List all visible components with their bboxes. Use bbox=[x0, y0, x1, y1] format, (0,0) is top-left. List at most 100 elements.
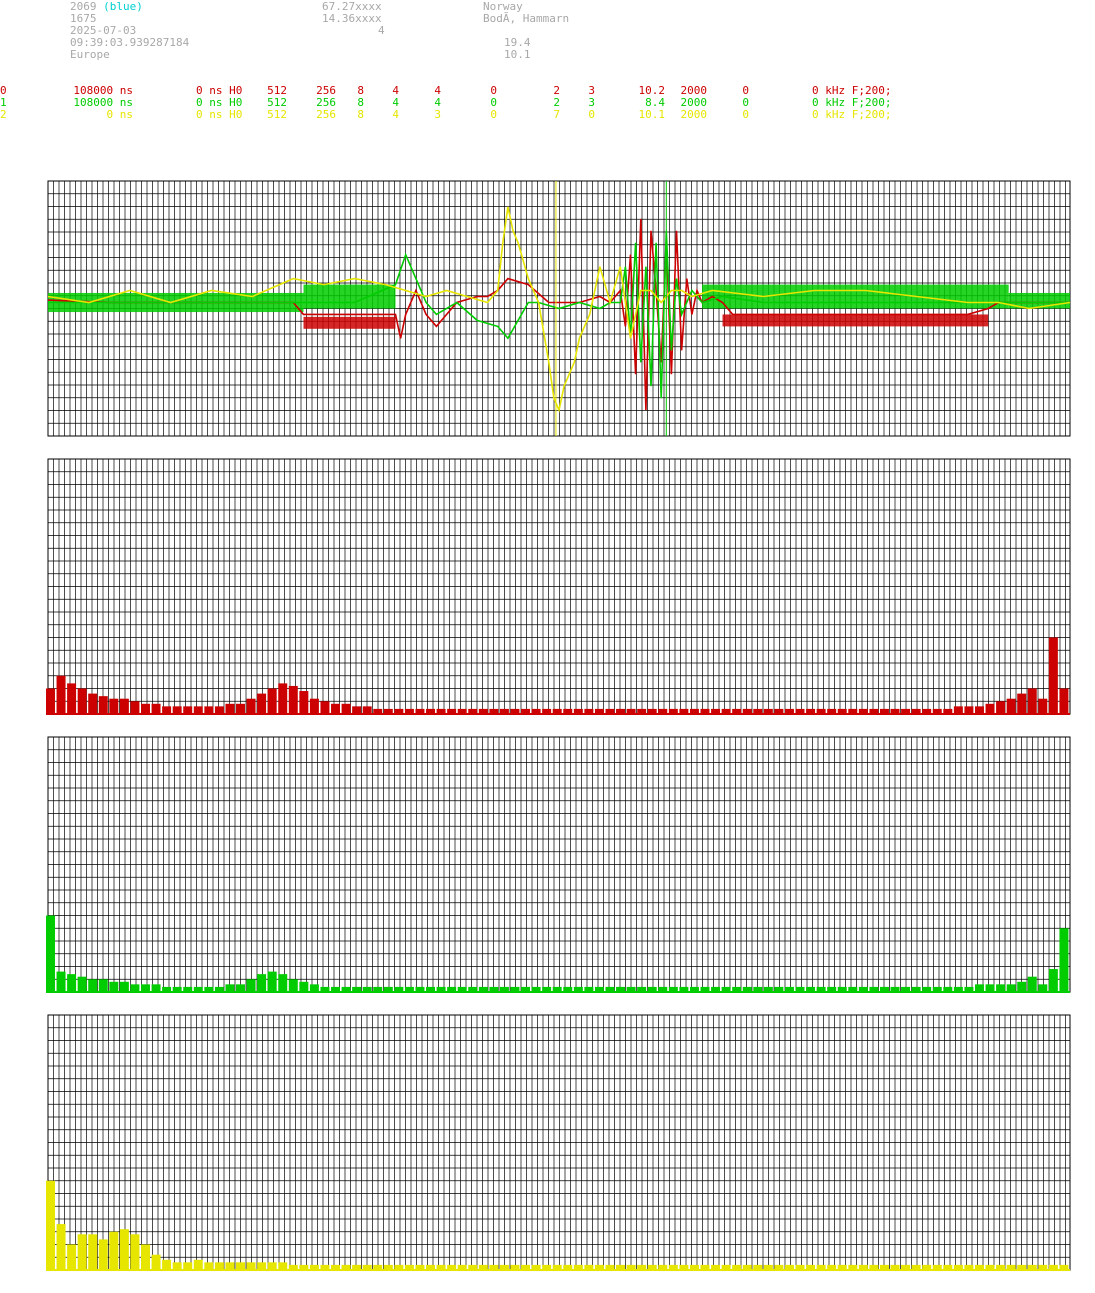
spectrum-bar bbox=[1017, 693, 1027, 714]
spectrum-bar bbox=[141, 1244, 150, 1270]
spectrum-bar bbox=[1059, 688, 1069, 714]
spectrum-panel-yellow bbox=[46, 1014, 1071, 1271]
spectrum-bar bbox=[996, 984, 1006, 992]
noise-band-1 bbox=[303, 284, 396, 309]
spectrum-bar bbox=[1038, 698, 1048, 714]
spectrum-bar bbox=[67, 1244, 77, 1270]
spectrum-bar bbox=[1006, 698, 1016, 714]
spectrum-bar bbox=[267, 971, 277, 992]
spectrum-bar bbox=[964, 706, 974, 714]
spectrum-bar bbox=[257, 1262, 267, 1270]
spectrum-bar bbox=[985, 703, 995, 714]
spectrum-bar bbox=[130, 984, 140, 992]
spectrum-bar bbox=[974, 984, 984, 992]
spectrum-bar bbox=[236, 1262, 245, 1270]
spectrum-bar bbox=[98, 1239, 108, 1270]
spectrum-bar bbox=[88, 1234, 98, 1270]
spectrum-panel-green bbox=[46, 736, 1071, 993]
spectrum-bar bbox=[183, 706, 193, 714]
noise-band-3 bbox=[702, 284, 1009, 309]
spectrum-bar bbox=[119, 698, 129, 714]
spectrum-bar bbox=[1038, 984, 1048, 992]
spectrum-bar bbox=[141, 703, 150, 714]
spectrum-bar bbox=[46, 915, 55, 992]
spectrum-bar bbox=[130, 701, 140, 714]
spectrum-bar bbox=[225, 703, 235, 714]
spectrum-bar bbox=[77, 688, 87, 714]
spectrum-bar bbox=[204, 1262, 214, 1270]
waveform-panel bbox=[47, 180, 1071, 437]
noise-band-4 bbox=[722, 314, 989, 327]
spectrum-bar bbox=[288, 685, 298, 714]
channel-2-c14: 0 kHz F;200; bbox=[812, 108, 892, 121]
spectrum-panel-red bbox=[46, 458, 1071, 715]
spectrum-bar bbox=[246, 698, 256, 714]
spectrum-bar bbox=[257, 693, 267, 714]
spectrum-bar bbox=[46, 688, 55, 714]
spectrum-bar bbox=[193, 1259, 203, 1270]
spectrum-bar bbox=[109, 698, 119, 714]
spectrum-bar bbox=[278, 1262, 288, 1270]
spectrum-bar bbox=[172, 706, 182, 714]
spectrum-bar bbox=[257, 974, 267, 992]
channel-2-c13: 0 bbox=[742, 108, 749, 121]
spectrum-bar bbox=[953, 706, 963, 714]
spectrum-bar bbox=[151, 984, 161, 992]
station-val2: 10.1 bbox=[504, 48, 531, 61]
spectrum-bar bbox=[278, 683, 288, 714]
spectrum-bar bbox=[56, 971, 66, 992]
spectrum-bar bbox=[974, 706, 984, 714]
spectrum-bar bbox=[320, 701, 330, 714]
spectrum-bar bbox=[1006, 984, 1016, 992]
spectrum-bar bbox=[88, 979, 98, 992]
spectrum-bar bbox=[141, 984, 150, 992]
spectrum-bar bbox=[56, 1224, 66, 1270]
spectrum-bar bbox=[309, 698, 319, 714]
spectrum-bar bbox=[236, 703, 245, 714]
spectrum-bar bbox=[996, 701, 1006, 714]
spectrum-bar bbox=[98, 696, 108, 714]
station-count: 4 bbox=[378, 24, 385, 37]
spectrum-bar bbox=[1027, 688, 1037, 714]
spectrum-bar bbox=[246, 1262, 256, 1270]
spectrum-bar bbox=[204, 706, 214, 714]
spectrum-bar bbox=[352, 706, 362, 714]
spectrum-bar bbox=[278, 974, 288, 992]
spectrum-bar bbox=[88, 693, 98, 714]
spectrum-bar bbox=[151, 1254, 161, 1270]
spectrum-bar bbox=[172, 1262, 182, 1270]
spectrum-bar bbox=[1048, 969, 1058, 992]
grid bbox=[47, 458, 1071, 715]
spectrum-bar bbox=[162, 1259, 172, 1270]
spectrum-bar bbox=[267, 1262, 277, 1270]
spectrum-bar bbox=[183, 1262, 193, 1270]
spectrum-bar bbox=[77, 1234, 87, 1270]
spectrum-bar bbox=[109, 1231, 119, 1270]
spectrum-bar bbox=[985, 984, 995, 992]
spectrum-bar bbox=[299, 981, 309, 992]
spectrum-bar bbox=[225, 984, 235, 992]
spectrum-bar bbox=[1017, 981, 1027, 992]
spectrum-bar bbox=[109, 981, 119, 992]
spectrum-bar bbox=[67, 683, 77, 714]
station-place: BodÃ, Hammarn bbox=[483, 12, 570, 25]
spectrum-bar bbox=[67, 974, 77, 992]
spectrum-bar bbox=[225, 1262, 235, 1270]
spectrum-bar bbox=[331, 703, 340, 714]
spectrum-bar bbox=[299, 691, 309, 714]
grid bbox=[47, 1014, 1071, 1271]
spectrum-bar bbox=[119, 981, 129, 992]
spectrum-bar bbox=[1059, 928, 1069, 992]
spectrum-bar bbox=[214, 706, 224, 714]
station-id-tag: (blue) bbox=[103, 0, 143, 13]
spectrum-bar bbox=[236, 984, 245, 992]
spectrum-bar bbox=[162, 706, 172, 714]
spectrum-bar bbox=[46, 1180, 55, 1270]
spectrum-bar bbox=[151, 703, 161, 714]
spectrum-bar bbox=[246, 979, 256, 992]
spectrum-bar bbox=[341, 703, 351, 714]
spectrum-bar bbox=[98, 979, 108, 992]
grid bbox=[47, 736, 1071, 993]
spectrum-bar bbox=[193, 706, 203, 714]
spectrum-bar bbox=[130, 1234, 140, 1270]
